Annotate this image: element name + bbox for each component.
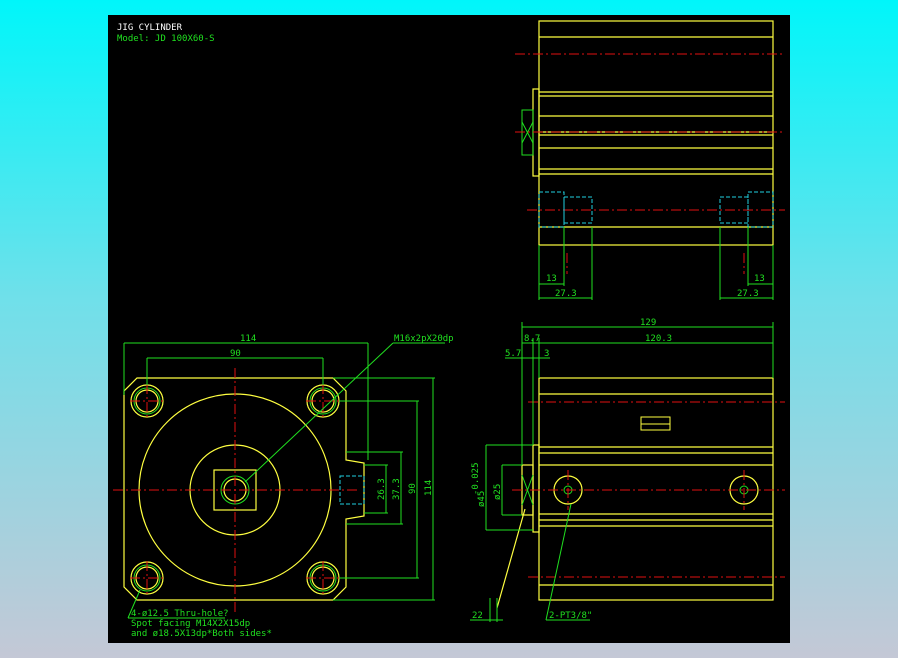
dim-114-height: 114 [424, 480, 434, 496]
dim-dia-45-tolerance: -0.025 [471, 462, 481, 495]
top-body-outline [538, 20, 774, 246]
dim-129: 129 [640, 318, 656, 328]
thread-note: M16x2pX20dp [394, 334, 454, 344]
dim-27-3-left: 27.3 [555, 289, 577, 299]
cad-drawing-canvas: JIG CYLINDER Model: JD 100X60-S 114 90 2… [108, 15, 790, 643]
centerlines [113, 368, 360, 612]
side-body-outline [538, 377, 774, 601]
dim-27-3-right: 27.3 [737, 289, 759, 299]
side-view: 129 8.7 120.3 5.7 3 ø45 -0.025 ø25 22 2-… [470, 318, 785, 622]
hole-note-1: 4-ø12.5 Thru-hole? [131, 609, 229, 619]
dim-22: 22 [472, 611, 483, 621]
cad-drawing: JIG CYLINDER Model: JD 100X60-S 114 90 2… [113, 20, 785, 639]
dim-13-right: 13 [754, 274, 765, 284]
dim-8-7: 8.7 [524, 334, 540, 344]
dim-dia-25: ø25 [493, 484, 503, 500]
dim-114-width: 114 [240, 334, 256, 344]
dim-90-width: 90 [230, 349, 241, 359]
port-note: 2-PT3/8" [549, 611, 592, 621]
top-view: 13 27.3 13 27.3 [515, 20, 785, 300]
dim-26-3: 26.3 [377, 478, 387, 500]
front-dimensions: 114 90 26.3 37.3 90 114 M16x2pX20dp 4-ø1… [123, 334, 454, 639]
dim-90-height: 90 [408, 483, 418, 494]
dim-120-3: 120.3 [645, 334, 672, 344]
dim-5-7: 5.7 [505, 349, 521, 359]
hole-note-3: and ø18.5X13dp*Both sides* [131, 629, 272, 639]
front-view: 114 90 26.3 37.3 90 114 M16x2pX20dp 4-ø1… [113, 334, 454, 639]
model-label: Model: JD 100X60-S [117, 34, 215, 44]
dim-37-3: 37.3 [392, 478, 402, 500]
dim-3: 3 [544, 349, 549, 359]
dim-13-left: 13 [546, 274, 557, 284]
hole-note-2: Spot facing M14X2X15dp [131, 619, 250, 629]
drawing-title: JIG CYLINDER [117, 23, 183, 33]
